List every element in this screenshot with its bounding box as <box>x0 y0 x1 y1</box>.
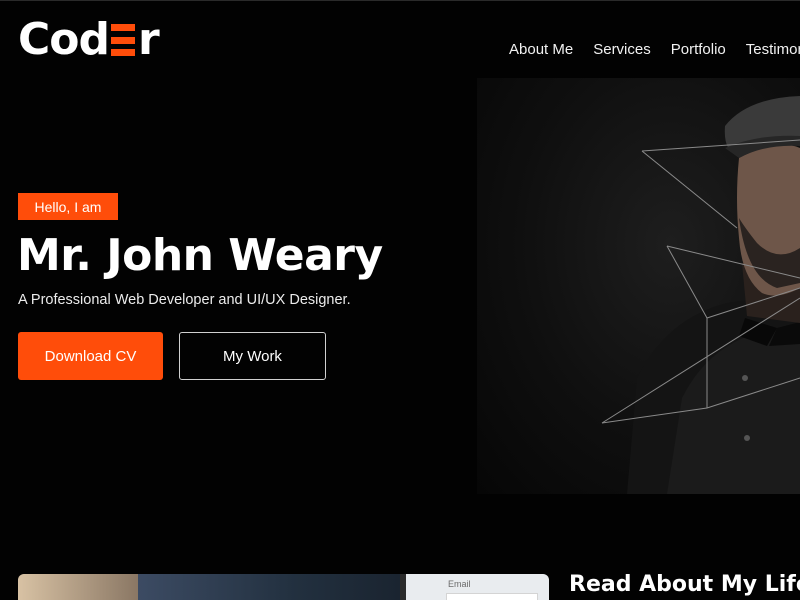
hero-name: Mr. John Weary <box>17 230 383 281</box>
hello-badge: Hello, I am <box>18 193 118 220</box>
about-image-screen <box>138 574 400 600</box>
top-border <box>0 0 800 1</box>
nav-item-services[interactable]: Services <box>593 41 651 58</box>
hero-portrait-photo <box>477 78 800 494</box>
logo[interactable]: Cod r <box>18 14 160 66</box>
nav-item-portfolio[interactable]: Portfolio <box>671 41 726 58</box>
page: Cod r About Me Services Portfolio Testim… <box>0 0 800 600</box>
about-image: Email <box>18 574 549 600</box>
about-image-desk-photo <box>18 574 138 600</box>
main-nav: About Me Services Portfolio Testimon <box>509 41 800 58</box>
nav-item-about-me[interactable]: About Me <box>509 41 573 58</box>
logo-text-start: Cod <box>18 14 110 65</box>
logo-text-end: r <box>138 14 160 65</box>
my-work-button[interactable]: My Work <box>179 332 326 380</box>
about-image-email-label: Email <box>448 579 471 589</box>
nav-item-testimonials[interactable]: Testimon <box>746 41 800 58</box>
logo-e-mark-icon <box>111 24 136 56</box>
portrait-illustration <box>601 96 800 494</box>
download-cv-button[interactable]: Download CV <box>18 332 163 380</box>
about-section-title: Read About My Life <box>569 572 800 597</box>
hero-subtitle: A Professional Web Developer and UI/UX D… <box>18 292 351 308</box>
about-image-email-field <box>446 593 538 600</box>
about-image-form-screen: Email <box>406 574 549 600</box>
